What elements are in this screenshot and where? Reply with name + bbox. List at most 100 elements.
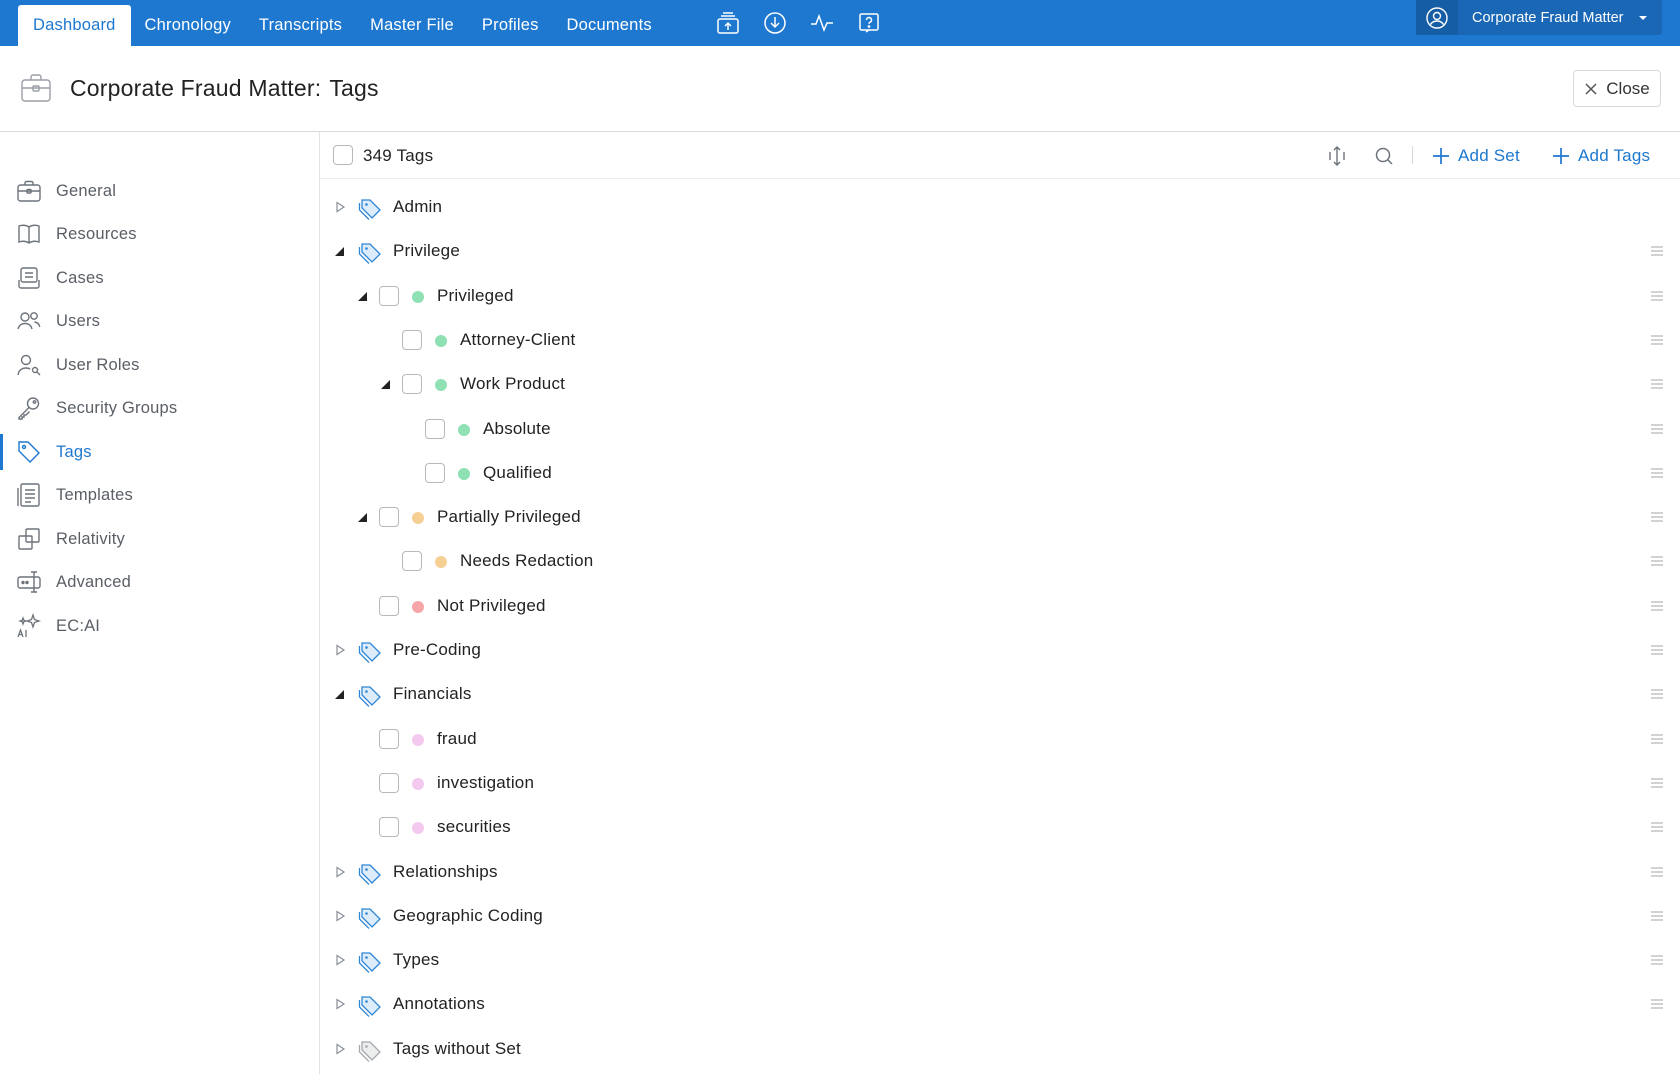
- sidebar-item-advanced[interactable]: Advanced: [0, 562, 319, 602]
- drag-handle-icon[interactable]: [1650, 555, 1664, 567]
- avatar[interactable]: [1416, 0, 1458, 35]
- close-button[interactable]: Close: [1573, 70, 1661, 107]
- sidebar-item-resources[interactable]: Resources: [0, 214, 319, 254]
- tag-checkbox[interactable]: [379, 285, 399, 306]
- tag-set-row-relationships[interactable]: Relationships: [320, 852, 1680, 892]
- drag-handle-icon[interactable]: [1650, 954, 1664, 966]
- tag-set-row-financials[interactable]: Financials: [320, 674, 1680, 714]
- matter-selector[interactable]: Corporate Fraud Matter: [1416, 0, 1662, 35]
- expanded-triangle-icon[interactable]: [356, 289, 370, 303]
- sidebar-item-cases[interactable]: Cases: [0, 258, 319, 298]
- tab-documents[interactable]: Documents: [553, 5, 666, 46]
- drag-handle-icon[interactable]: [1650, 600, 1664, 612]
- tag-row-investigation[interactable]: investigation: [320, 763, 1680, 803]
- activity-icon[interactable]: [807, 8, 837, 38]
- tag-checkbox[interactable]: [379, 728, 399, 749]
- collapsed-triangle-icon[interactable]: [333, 1042, 347, 1056]
- drag-handle-icon[interactable]: [1650, 334, 1664, 346]
- drag-handle-icon[interactable]: [1650, 511, 1664, 523]
- search-icon[interactable]: [1372, 144, 1396, 168]
- tag-set-row-annotations[interactable]: Annotations: [320, 984, 1680, 1024]
- tag-label: Annotations: [393, 994, 485, 1014]
- tag-checkbox[interactable]: [402, 374, 422, 395]
- sidebar-item-general[interactable]: General: [0, 171, 319, 211]
- tag-label: Financials: [393, 684, 472, 704]
- tag-row-attorney-client[interactable]: Attorney-Client: [320, 320, 1680, 360]
- tag-row-partially-privileged[interactable]: Partially Privileged: [320, 497, 1680, 537]
- tag-set-row-tags-without-set[interactable]: Tags without Set: [320, 1029, 1680, 1069]
- sidebar-item-tags[interactable]: Tags: [0, 432, 319, 472]
- expanded-triangle-icon[interactable]: [379, 377, 393, 391]
- drag-handle-icon[interactable]: [1650, 821, 1664, 833]
- tag-checkbox[interactable]: [379, 772, 399, 793]
- drag-handle-icon[interactable]: [1650, 910, 1664, 922]
- tag-checkbox[interactable]: [402, 329, 422, 350]
- drag-handle-icon[interactable]: [1650, 423, 1664, 435]
- sidebar-item-relativity[interactable]: Relativity: [0, 519, 319, 559]
- tag-color-dot: [412, 733, 424, 746]
- tag-set-icon: [358, 996, 381, 1018]
- collapsed-triangle-icon[interactable]: [333, 997, 347, 1011]
- tag-row-securities[interactable]: securities: [320, 807, 1680, 847]
- tag-set-row-geographic-coding[interactable]: Geographic Coding: [320, 896, 1680, 936]
- select-all-checkbox[interactable]: [333, 145, 353, 165]
- sidebar-item-user-roles[interactable]: User Roles: [0, 345, 319, 385]
- chevron-down-icon: [1639, 15, 1647, 20]
- sidebar-item-label: Advanced: [56, 572, 131, 591]
- tag-checkbox[interactable]: [379, 507, 399, 528]
- add-tags-label: Add Tags: [1578, 146, 1651, 165]
- collapsed-triangle-icon[interactable]: [333, 200, 347, 214]
- drag-handle-icon[interactable]: [1650, 998, 1664, 1010]
- sidebar-item-security-groups[interactable]: Security Groups: [0, 388, 319, 428]
- tag-color-dot: [435, 556, 447, 569]
- tag-row-privileged[interactable]: Privileged: [320, 276, 1680, 316]
- add-set-button[interactable]: Add Set: [1432, 144, 1520, 168]
- drag-handle-icon[interactable]: [1650, 290, 1664, 302]
- drag-handle-icon[interactable]: [1650, 644, 1664, 656]
- tag-set-row-pre-coding[interactable]: Pre-Coding: [320, 630, 1680, 670]
- drag-handle-icon[interactable]: [1650, 733, 1664, 745]
- tag-checkbox[interactable]: [425, 462, 445, 483]
- drag-handle-icon[interactable]: [1650, 688, 1664, 700]
- add-tags-button[interactable]: Add Tags: [1552, 144, 1650, 168]
- upload-stack-icon[interactable]: [713, 8, 743, 38]
- drag-handle-icon[interactable]: [1650, 866, 1664, 878]
- expanded-triangle-icon[interactable]: [333, 244, 347, 258]
- tab-profiles[interactable]: Profiles: [468, 5, 553, 46]
- collapsed-triangle-icon[interactable]: [333, 909, 347, 923]
- tag-row-work-product[interactable]: Work Product: [320, 364, 1680, 404]
- drag-handle-icon[interactable]: [1650, 777, 1664, 789]
- add-set-label: Add Set: [1458, 146, 1520, 165]
- collapsed-triangle-icon[interactable]: [333, 643, 347, 657]
- tag-set-row-types[interactable]: Types: [320, 940, 1680, 980]
- tag-row-absolute[interactable]: Absolute: [320, 409, 1680, 449]
- tab-chronology[interactable]: Chronology: [131, 5, 245, 46]
- tab-transcripts[interactable]: Transcripts: [245, 5, 356, 46]
- tab-dashboard[interactable]: Dashboard: [18, 5, 131, 46]
- tag-row-needs-redaction[interactable]: Needs Redaction: [320, 541, 1680, 581]
- expanded-triangle-icon[interactable]: [356, 510, 370, 524]
- tag-set-row-admin[interactable]: Admin: [320, 187, 1680, 227]
- expanded-triangle-icon[interactable]: [333, 687, 347, 701]
- expand-collapse-icon[interactable]: [1325, 144, 1349, 168]
- tag-checkbox[interactable]: [379, 595, 399, 616]
- tag-row-fraud[interactable]: fraud: [320, 719, 1680, 759]
- tag-checkbox[interactable]: [402, 551, 422, 572]
- drag-handle-icon[interactable]: [1650, 245, 1664, 257]
- collapsed-triangle-icon[interactable]: [333, 953, 347, 967]
- tag-checkbox[interactable]: [379, 817, 399, 838]
- tab-master-file[interactable]: Master File: [356, 5, 468, 46]
- drag-handle-icon[interactable]: [1650, 467, 1664, 479]
- sidebar-item-ec-ai[interactable]: EC:AI: [0, 606, 319, 646]
- collapsed-triangle-icon[interactable]: [333, 865, 347, 879]
- tag-row-not-privileged[interactable]: Not Privileged: [320, 586, 1680, 626]
- help-icon[interactable]: [854, 8, 884, 38]
- tag-set-row-privilege[interactable]: Privilege: [320, 231, 1680, 271]
- tag-row-qualified[interactable]: Qualified: [320, 453, 1680, 493]
- sidebar-item-users[interactable]: Users: [0, 301, 319, 341]
- drag-handle-icon[interactable]: [1650, 378, 1664, 390]
- sidebar-item-templates[interactable]: Templates: [0, 475, 319, 515]
- download-icon[interactable]: [760, 8, 790, 38]
- tag-label: Qualified: [483, 462, 552, 482]
- tag-checkbox[interactable]: [425, 418, 445, 439]
